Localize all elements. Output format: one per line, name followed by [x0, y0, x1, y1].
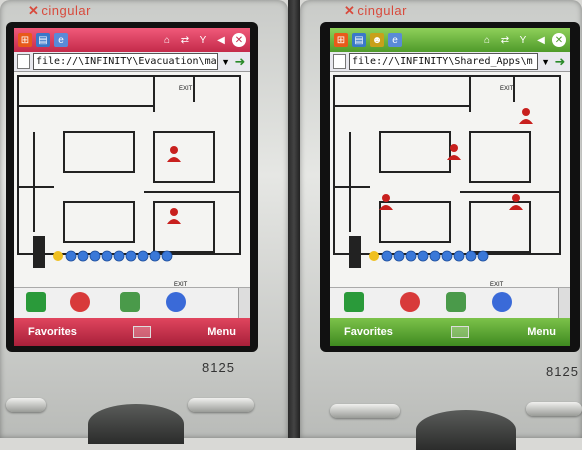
home-icon[interactable]: ⌂ — [480, 33, 494, 47]
arrow-right-icon — [429, 250, 441, 262]
right-dpad[interactable] — [416, 410, 516, 450]
people-icon[interactable] — [446, 292, 466, 312]
right-bezel: ⊞ ▤ ☻ e ⌂ ⇄ Y ◀ ✕ file://\INFINITY\Share… — [320, 22, 580, 352]
arrow-right-icon — [161, 250, 173, 262]
arrow-right-icon — [89, 250, 101, 262]
signal-icon[interactable]: ⇄ — [498, 33, 512, 47]
ie-icon[interactable]: e — [388, 33, 402, 47]
right-floor-map: EXIT EXIT — [330, 72, 570, 290]
right-map-svg: EXIT EXIT — [333, 75, 561, 288]
arrow-right-icon — [65, 250, 77, 262]
favorites-softkey[interactable]: Favorites — [28, 326, 77, 338]
arrow-right-icon — [113, 250, 125, 262]
scrollbar[interactable] — [238, 288, 250, 318]
right-softkeys: Favorites Menu — [330, 318, 570, 346]
smiley-icon — [53, 251, 63, 261]
right-exit-top: EXIT — [500, 86, 514, 92]
close-icon[interactable]: ✕ — [232, 33, 246, 47]
right-screen: ⊞ ▤ ☻ e ⌂ ⇄ Y ◀ ✕ file://\INFINITY\Share… — [330, 28, 570, 346]
left-model-number: 8125 — [202, 360, 235, 375]
left-brand-text: cingular — [41, 3, 91, 18]
left-brand-logo: ✕ cingular — [28, 3, 91, 18]
left-address-input[interactable]: file://\INFINITY\Evacuation\main — [33, 53, 219, 70]
arrow-right-icon — [381, 250, 393, 262]
left-phone: ✕ cingular ⊞ ▤ e ⌂ ⇄ Y ◀ ✕ file://\INFINI… — [0, 0, 288, 444]
right-brand-text: cingular — [357, 3, 407, 18]
left-softkeys: Favorites Menu — [14, 318, 250, 346]
antenna-icon[interactable]: Y — [196, 33, 210, 47]
favorites-softkey[interactable]: Favorites — [344, 326, 393, 338]
stop-icon[interactable] — [400, 292, 420, 312]
left-toolbar — [14, 287, 250, 318]
antenna-icon[interactable]: Y — [516, 33, 530, 47]
left-floor-map: EXIT EXIT — [14, 72, 250, 290]
left-hw-button-left[interactable] — [6, 398, 46, 412]
arrow-right-icon — [441, 250, 453, 262]
phone-gap — [288, 0, 300, 438]
arrow-right-icon — [477, 250, 489, 262]
right-address-bar: file://\INFINITY\Shared_Apps\m ▼ ➜ — [330, 52, 570, 72]
globe-icon[interactable] — [166, 292, 186, 312]
signal-icon[interactable]: ⇄ — [178, 33, 192, 47]
stop-icon[interactable] — [70, 292, 90, 312]
arrow-right-icon — [453, 250, 465, 262]
left-bezel: ⊞ ▤ e ⌂ ⇄ Y ◀ ✕ file://\INFINITY\Evacuat… — [6, 22, 258, 352]
dropdown-arrow-icon[interactable]: ▼ — [541, 57, 550, 67]
people-icon[interactable] — [120, 292, 140, 312]
arrow-right-icon — [465, 250, 477, 262]
keyboard-icon[interactable] — [451, 326, 470, 338]
ie-icon[interactable]: e — [54, 33, 68, 47]
windows-start-icon[interactable]: ⊞ — [18, 33, 32, 47]
speaker-mute-icon[interactable]: ◀ — [214, 33, 228, 47]
left-dpad[interactable] — [88, 404, 184, 444]
right-toolbar — [330, 287, 570, 318]
arrow-right-icon — [101, 250, 113, 262]
right-hw-button-right[interactable] — [526, 402, 582, 416]
play-icon[interactable] — [344, 292, 364, 312]
arrow-right-icon — [125, 250, 137, 262]
left-address-bar: file://\INFINITY\Evacuation\main ▼ ➜ — [14, 52, 250, 72]
messenger-icon[interactable]: ☻ — [370, 33, 384, 47]
scrollbar[interactable] — [558, 288, 570, 318]
windows-start-icon[interactable]: ⊞ — [334, 33, 348, 47]
left-title-bar: ⊞ ▤ e ⌂ ⇄ Y ◀ ✕ — [14, 28, 250, 52]
arrow-right-icon — [417, 250, 429, 262]
right-hw-button-left[interactable] — [330, 404, 400, 418]
left-exit-top: EXIT — [179, 86, 193, 92]
globe-icon[interactable] — [492, 292, 512, 312]
right-title-bar: ⊞ ▤ ☻ e ⌂ ⇄ Y ◀ ✕ — [330, 28, 570, 52]
right-model-number: 8125 — [546, 364, 579, 379]
page-icon — [333, 54, 346, 69]
left-hw-button-right[interactable] — [188, 398, 254, 412]
smiley-icon — [369, 251, 379, 261]
person-marker-icon — [519, 108, 533, 124]
menu-softkey[interactable]: Menu — [527, 326, 556, 338]
right-phone: ✕ cingular ⊞ ▤ ☻ e ⌂ ⇄ Y ◀ ✕ file://\INFI… — [300, 0, 582, 450]
folder-icon[interactable]: ▤ — [352, 33, 366, 47]
right-brand-logo: ✕ cingular — [344, 3, 407, 18]
folder-icon[interactable]: ▤ — [36, 33, 50, 47]
left-map-svg: EXIT EXIT — [17, 75, 241, 288]
left-screen: ⊞ ▤ e ⌂ ⇄ Y ◀ ✕ file://\INFINITY\Evacuat… — [14, 28, 250, 346]
go-arrow-icon[interactable]: ➜ — [553, 54, 567, 69]
speaker-mute-icon[interactable]: ◀ — [534, 33, 548, 47]
person-marker-icon — [167, 208, 181, 224]
arrow-right-icon — [77, 250, 89, 262]
go-arrow-icon[interactable]: ➜ — [233, 54, 247, 69]
arrow-right-icon — [149, 250, 161, 262]
arrow-right-icon — [393, 250, 405, 262]
person-marker-icon — [167, 146, 181, 162]
right-address-input[interactable]: file://\INFINITY\Shared_Apps\m — [349, 53, 539, 70]
arrow-right-icon — [405, 250, 417, 262]
page-icon — [17, 54, 30, 69]
keyboard-icon[interactable] — [133, 326, 152, 338]
play-icon[interactable] — [26, 292, 46, 312]
home-icon[interactable]: ⌂ — [160, 33, 174, 47]
dropdown-arrow-icon[interactable]: ▼ — [221, 57, 230, 67]
close-icon[interactable]: ✕ — [552, 33, 566, 47]
arrow-right-icon — [137, 250, 149, 262]
menu-softkey[interactable]: Menu — [207, 326, 236, 338]
